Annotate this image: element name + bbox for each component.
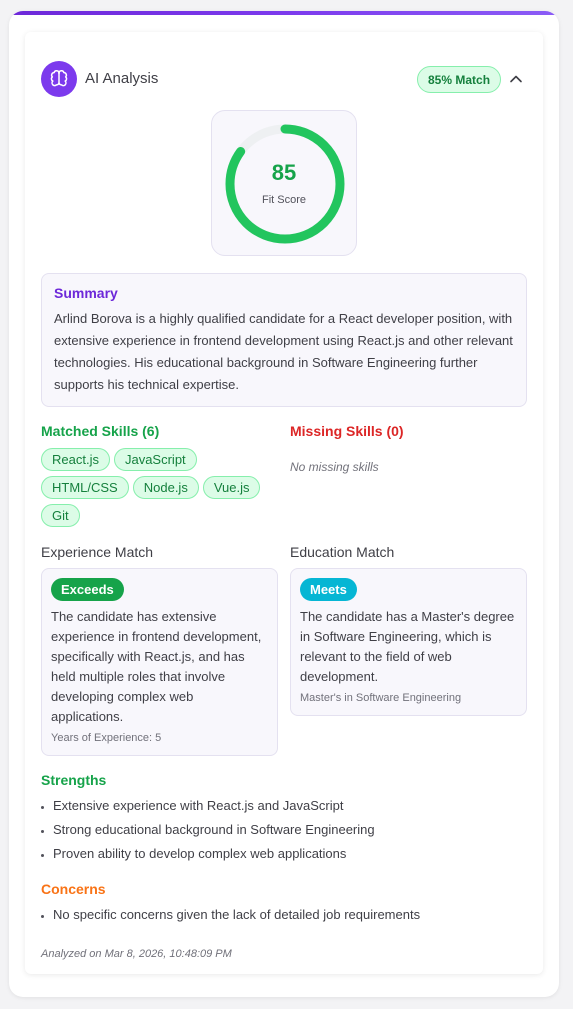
skill-chip: React.js [41, 448, 110, 471]
experience-status-badge: Exceeds [51, 578, 124, 601]
list-item: Extensive experience with React.js and J… [41, 794, 375, 818]
experience-match-box: Exceeds The candidate has extensive expe… [41, 568, 278, 756]
education-degree: Master's in Software Engineering [300, 692, 462, 704]
missing-skills-title: Missing Skills (0) [290, 423, 404, 439]
skill-chip: Vue.js [202, 476, 261, 499]
concerns-title: Concerns [41, 881, 106, 897]
fit-score-gauge: 85 Fit Score [211, 110, 357, 256]
panel-title: AI Analysis [85, 70, 159, 87]
summary-title: Summary [54, 285, 118, 301]
summary-section: Summary Arlind Borova is a highly qualif… [41, 273, 527, 407]
skill-chip: Git [41, 504, 80, 527]
skill-chip: JavaScript [113, 448, 197, 471]
match-badge: 85% Match [417, 66, 502, 93]
education-match-box: Meets The candidate has a Master's degre… [290, 568, 527, 716]
experience-match-title: Experience Match [41, 544, 154, 560]
list-item: Proven ability to develop complex web ap… [41, 842, 375, 866]
ai-analysis-card: AI Analysis 85% Match 85 Fit Score Summa… [25, 32, 543, 974]
list-item: Strong educational background in Softwar… [41, 818, 375, 842]
accent-bar [9, 11, 559, 15]
concerns-list: No specific concerns given the lack of d… [41, 903, 420, 927]
education-text: The candidate has a Master's degree in S… [300, 609, 515, 684]
experience-text: The candidate has extensive experience i… [51, 609, 262, 724]
skill-chip: HTML/CSS [41, 476, 129, 499]
matched-skills-list: React.js JavaScript HTML/CSS Node.js Vue.js G… [41, 448, 281, 527]
matched-skills-title: Matched Skills (6) [41, 423, 160, 439]
education-match-title: Education Match [290, 544, 395, 560]
strengths-title: Strengths [41, 772, 107, 788]
fit-score-value: 85 [271, 160, 297, 185]
brain-icon [41, 61, 77, 97]
summary-text: Arlind Borova is a highly qualified cand… [54, 311, 513, 392]
analysis-panel: AI Analysis 85% Match 85 Fit Score Summa… [9, 11, 559, 997]
missing-skills-empty: No missing skills [290, 460, 379, 474]
skill-chip: Node.js [132, 476, 199, 499]
fit-score-label: Fit Score [261, 194, 306, 206]
analyzed-timestamp: Analyzed on Mar 8, 2026, 10:48:09 PM [41, 948, 232, 960]
education-status-badge: Meets [300, 578, 357, 601]
strengths-list: Extensive experience with React.js and J… [41, 794, 375, 866]
experience-years: Years of Experience: 5 [51, 732, 162, 744]
chevron-up-icon[interactable] [509, 72, 523, 86]
list-item: No specific concerns given the lack of d… [41, 903, 420, 927]
